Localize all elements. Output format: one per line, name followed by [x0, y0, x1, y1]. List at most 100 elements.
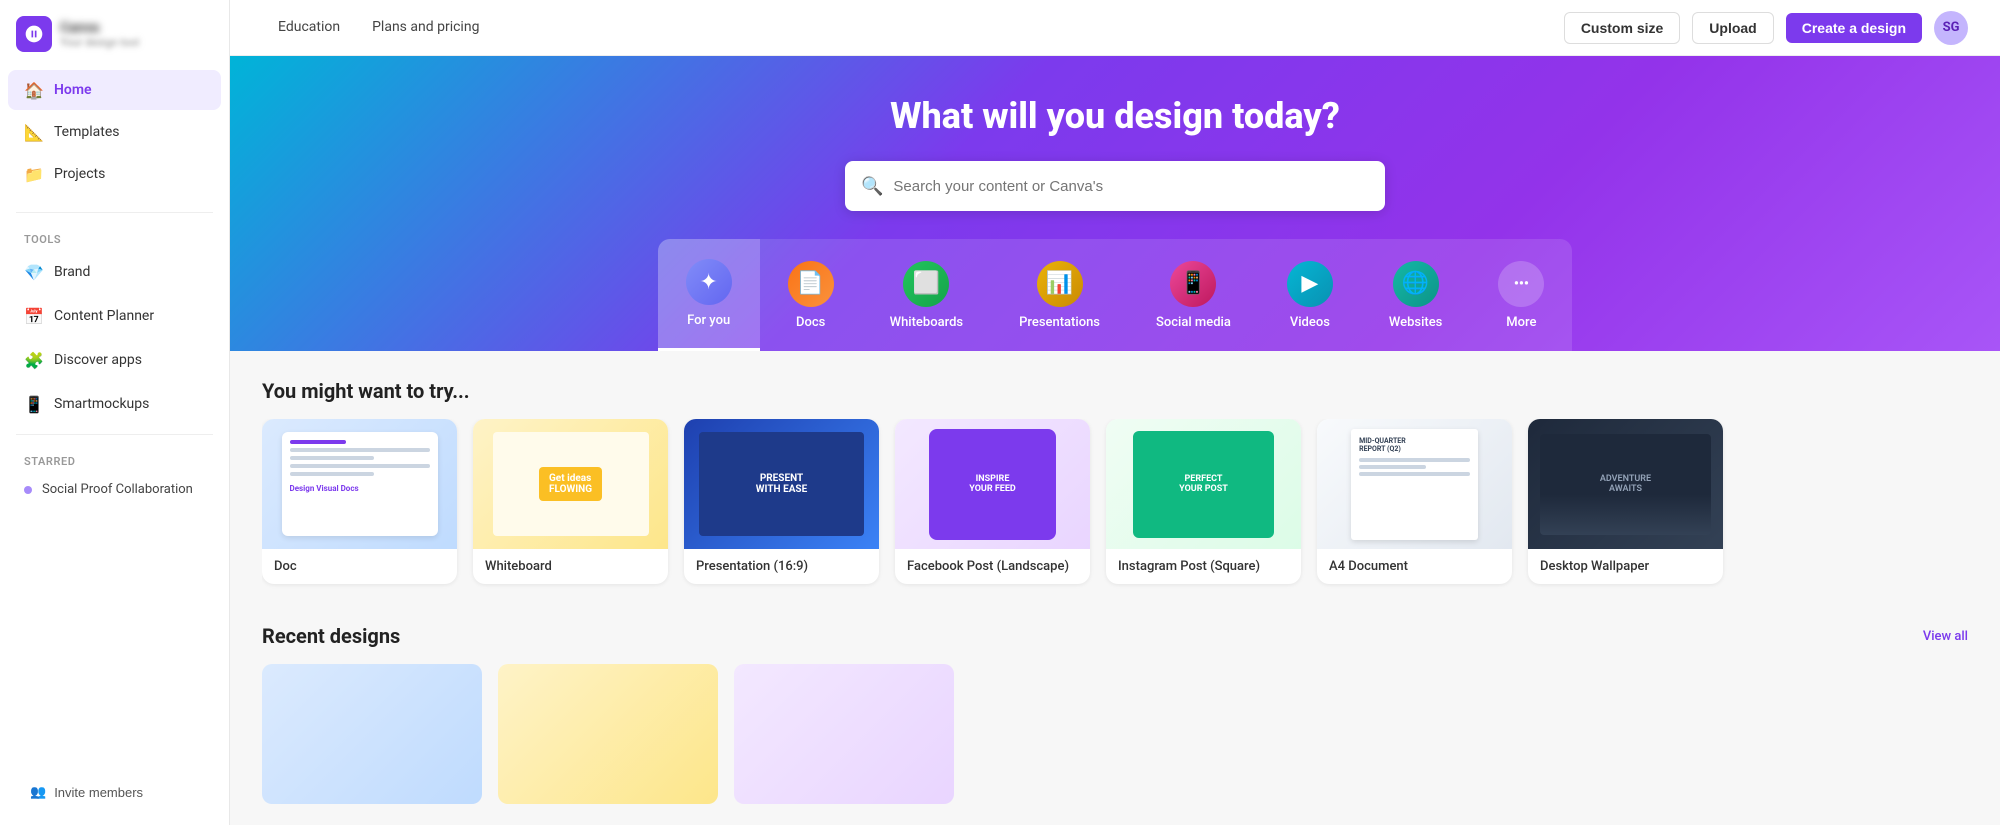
recent-designs-header: Recent designs View all [262, 624, 1968, 648]
desktop-thumb-preview: ADVENTUREAWAITS [1540, 434, 1712, 535]
sidebar-item-brand[interactable]: 💎 Brand [8, 252, 221, 292]
invite-members-button[interactable]: 👥 Invite members [16, 775, 213, 809]
starred-dot-icon [24, 486, 32, 494]
quick-item-whiteboards[interactable]: ⬜ Whiteboards [862, 239, 991, 351]
instagram-card-label: Instagram Post (Square) [1106, 549, 1301, 584]
content-planner-icon: 📅 [24, 306, 44, 326]
custom-size-button[interactable]: Custom size [1564, 12, 1680, 44]
search-bar[interactable]: 🔍 [845, 161, 1385, 211]
for-you-label: For you [687, 313, 730, 328]
recent-card-3[interactable] [734, 664, 954, 804]
facebook-thumbnail: INSPIREYOUR FEED [895, 419, 1090, 549]
instagram-thumbnail: PERFECTYOUR POST [1106, 419, 1301, 549]
sidebar-divider-1 [16, 212, 213, 213]
discover-apps-icon: 🧩 [24, 350, 44, 370]
recent-section-title: Recent designs [262, 624, 400, 648]
recent-card-1[interactable] [262, 664, 482, 804]
topnav-plans[interactable]: Plans and pricing [356, 0, 495, 56]
whiteboard-card-label: Whiteboard [473, 549, 668, 584]
user-avatar[interactable]: SG [1934, 11, 1968, 45]
home-icon: 🏠 [24, 80, 44, 100]
upload-button[interactable]: Upload [1692, 12, 1773, 44]
projects-icon: 📁 [24, 164, 44, 184]
sidebar-divider-2 [16, 434, 213, 435]
custom-size-label: Custom size [1581, 20, 1663, 36]
quick-item-websites[interactable]: 🌐 Websites [1361, 239, 1471, 351]
desktop-thumbnail: ADVENTUREAWAITS [1528, 419, 1723, 549]
more-label: More [1506, 315, 1536, 330]
whiteboard-thumbnail: Get ideasFLOWING [473, 419, 668, 549]
a4-thumb-title: MID-QUARTERREPORT (Q2) [1359, 437, 1470, 453]
presentations-icon: 📊 [1037, 261, 1083, 307]
quick-item-for-you[interactable]: ✦ For you [658, 239, 760, 351]
sidebar-item-smartmockups-label: Smartmockups [54, 396, 149, 412]
design-card-facebook[interactable]: INSPIREYOUR FEED Facebook Post (Landscap… [895, 419, 1090, 584]
sidebar-item-discover-apps-label: Discover apps [54, 352, 142, 368]
instagram-thumb-text: PERFECTYOUR POST [1179, 474, 1228, 494]
quick-item-docs[interactable]: 📄 Docs [760, 239, 862, 351]
view-all-button[interactable]: View all [1923, 629, 1968, 644]
quick-item-social-media[interactable]: 📱 Social media [1128, 239, 1259, 351]
topnav-education[interactable]: Education [262, 0, 356, 56]
recent-design-cards [262, 664, 1968, 804]
tools-section-label: Tools [0, 221, 229, 250]
presentation-thumbnail: PRESENTWITH EASE [684, 419, 879, 549]
doc-thumb-preview: Design Visual Docs [282, 432, 438, 536]
facebook-thumb-preview: INSPIREYOUR FEED [929, 429, 1056, 540]
search-input[interactable] [893, 178, 1369, 195]
design-card-whiteboard[interactable]: Get ideasFLOWING Whiteboard [473, 419, 668, 584]
sidebar-item-discover-apps[interactable]: 🧩 Discover apps [8, 340, 221, 380]
hero-section: What will you design today? 🔍 ✦ For you … [230, 56, 2000, 351]
more-icon: ••• [1498, 261, 1544, 307]
sidebar-main-nav: 🏠 Home 📐 Templates 📁 Projects [0, 60, 229, 204]
presentations-label: Presentations [1019, 315, 1100, 330]
starred-item-label: Social Proof Collaboration [42, 482, 193, 497]
presentation-thumb-preview: PRESENTWITH EASE [699, 432, 865, 536]
desktop-thumb-text: ADVENTUREAWAITS [1600, 474, 1651, 494]
recent-card-2[interactable] [498, 664, 718, 804]
doc-line-3 [290, 456, 374, 460]
quick-access-bar: ✦ For you 📄 Docs ⬜ Whiteboards 📊 Present… [658, 239, 1573, 351]
design-card-instagram[interactable]: PERFECTYOUR POST Instagram Post (Square) [1106, 419, 1301, 584]
search-icon: 🔍 [861, 176, 883, 197]
invite-members-label: Invite members [54, 785, 143, 800]
logo-subtitle: Your design tool [60, 36, 139, 49]
create-design-button[interactable]: Create a design [1786, 13, 1922, 43]
design-card-presentation[interactable]: PRESENTWITH EASE Presentation (16:9) [684, 419, 879, 584]
sidebar: Canva Your design tool 🏠 Home 📐 Template… [0, 0, 230, 825]
sidebar-item-smartmockups[interactable]: 📱 Smartmockups [8, 384, 221, 424]
sidebar-item-content-planner[interactable]: 📅 Content Planner [8, 296, 221, 336]
sidebar-item-templates[interactable]: 📐 Templates [8, 112, 221, 152]
sidebar-item-templates-label: Templates [54, 124, 120, 140]
social-media-icon: 📱 [1170, 261, 1216, 307]
presentation-card-label: Presentation (16:9) [684, 549, 879, 584]
a4-line-2 [1359, 465, 1425, 469]
main-content: Education Plans and pricing Custom size … [230, 0, 2000, 825]
quick-item-videos[interactable]: ▶ Videos [1259, 239, 1361, 351]
page-content: You might want to try... Design Visual D… [230, 351, 2000, 825]
design-type-cards: Design Visual Docs Doc Get ideasFLOWING … [262, 419, 1968, 592]
docs-icon: 📄 [788, 261, 834, 307]
starred-section-label: Starred [0, 443, 229, 472]
videos-label: Videos [1290, 315, 1330, 330]
brand-icon: 💎 [24, 262, 44, 282]
design-card-a4[interactable]: MID-QUARTERREPORT (Q2) A4 Document [1317, 419, 1512, 584]
websites-icon: 🌐 [1393, 261, 1439, 307]
sidebar-item-home[interactable]: 🏠 Home [8, 70, 221, 110]
avatar-initials: SG [1943, 20, 1960, 35]
starred-item-social-proof[interactable]: Social Proof Collaboration [8, 474, 221, 505]
sidebar-item-projects-label: Projects [54, 166, 105, 182]
hero-title: What will you design today? [890, 96, 1340, 137]
quick-item-more[interactable]: ••• More [1470, 239, 1572, 351]
quick-item-presentations[interactable]: 📊 Presentations [991, 239, 1128, 351]
videos-icon: ▶ [1287, 261, 1333, 307]
sidebar-item-projects[interactable]: 📁 Projects [8, 154, 221, 194]
presentation-thumb-text: PRESENTWITH EASE [756, 473, 807, 495]
doc-line-5 [290, 472, 374, 476]
design-card-desktop[interactable]: ADVENTUREAWAITS Desktop Wallpaper [1528, 419, 1723, 584]
a4-thumbnail: MID-QUARTERREPORT (Q2) [1317, 419, 1512, 549]
doc-line-2 [290, 448, 430, 452]
design-card-doc[interactable]: Design Visual Docs Doc [262, 419, 457, 584]
try-section-title: You might want to try... [262, 379, 1968, 403]
templates-icon: 📐 [24, 122, 44, 142]
